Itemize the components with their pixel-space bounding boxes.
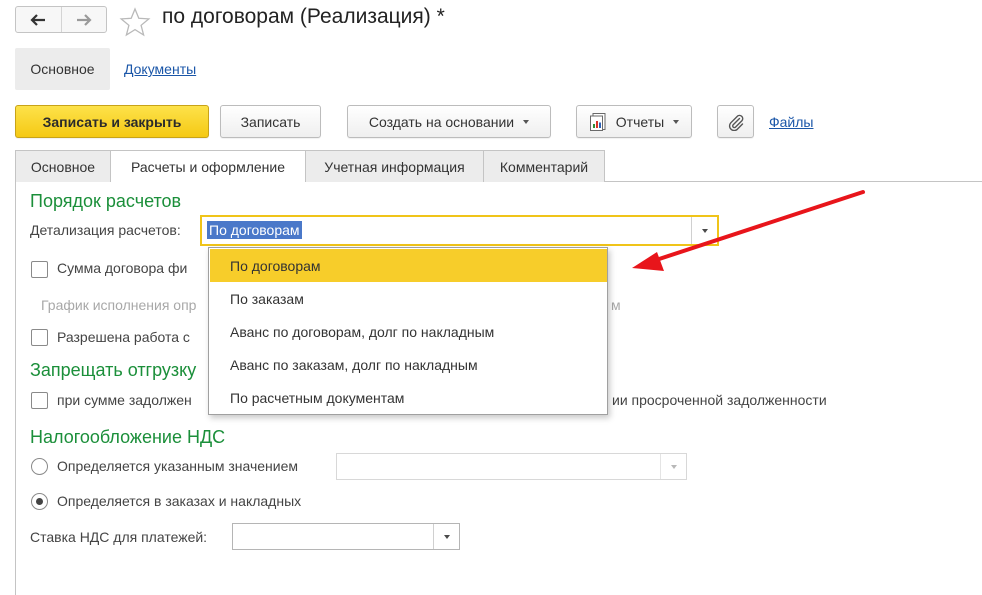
create-based-on-button[interactable]: Создать на основании: [347, 105, 551, 138]
dropdown-item-label: Аванс по договорам, долг по накладным: [230, 323, 495, 340]
vat-rate-dropdown-button[interactable]: [433, 524, 459, 549]
content-border: [15, 181, 16, 595]
vat-value-dropdown-button[interactable]: [660, 454, 686, 479]
section-main-label: Основное: [30, 61, 95, 77]
tab-main[interactable]: Основное: [15, 150, 111, 182]
vat-option-specified-radio[interactable]: [31, 458, 48, 475]
section-documents-link[interactable]: Документы: [124, 61, 196, 77]
vat-option-specified-label: Определяется указанным значением: [57, 458, 299, 474]
dropdown-item-by-contracts[interactable]: По договорам: [210, 249, 607, 282]
dropdown-item-by-settlement-docs[interactable]: По расчетным документам: [210, 381, 607, 414]
create-based-on-label: Создать на основании: [368, 113, 515, 130]
paperclip-icon: [728, 114, 743, 131]
dropdown-item-label: По договорам: [230, 257, 321, 274]
chevron-down-icon: [670, 464, 677, 469]
detail-label: Детализация расчетов:: [30, 222, 181, 238]
chevron-down-icon: [523, 119, 530, 124]
contract-sum-checkbox[interactable]: [31, 261, 48, 278]
forward-button[interactable]: [60, 7, 106, 32]
vat-option-orders-radio[interactable]: [31, 493, 48, 510]
files-link[interactable]: Файлы: [769, 114, 813, 130]
arrow-right-icon: [76, 13, 92, 26]
schedule-label-tail: м: [611, 297, 621, 313]
document-title: по договорам (Реализация) *: [162, 5, 445, 28]
forbid-sum-label: при сумме задолжен: [57, 392, 192, 408]
tab-comment[interactable]: Комментарий: [483, 150, 605, 182]
save-button[interactable]: Записать: [220, 105, 321, 138]
allowed-work-label: Разрешена работа с: [57, 329, 190, 345]
chevron-down-icon: [673, 119, 680, 124]
detail-select-value: По договорам: [207, 221, 302, 239]
dropdown-item-label: По заказам: [230, 290, 304, 307]
dropdown-item-label: По расчетным документам: [230, 389, 405, 406]
radio-selected-dot: [36, 498, 43, 505]
tab-main-label: Основное: [30, 158, 96, 175]
schedule-label: График исполнения опр: [41, 297, 197, 313]
save-and-close-label: Записать и закрыть: [42, 113, 182, 130]
forbid-shipment-title: Запрещать отгрузку: [30, 360, 197, 380]
settlement-order-title: Порядок расчетов: [30, 191, 182, 211]
tab-comment-label: Комментарий: [499, 158, 589, 175]
dropdown-item-label: Аванс по заказам, долг по накладным: [230, 356, 478, 373]
report-icon: [589, 112, 606, 131]
vat-value-select[interactable]: [336, 453, 687, 480]
history-nav: [15, 6, 107, 33]
vat-rate-label: Ставка НДС для платежей:: [30, 529, 208, 545]
favorite-star-icon[interactable]: [119, 7, 151, 37]
back-button[interactable]: [16, 7, 61, 32]
contract-sum-label: Сумма договора фи: [57, 260, 188, 276]
save-label: Записать: [240, 113, 301, 130]
tab-accounting-info[interactable]: Учетная информация: [305, 150, 484, 182]
arrow-left-icon: [30, 13, 46, 26]
forbid-sum-checkbox[interactable]: [31, 392, 48, 409]
allowed-work-checkbox[interactable]: [31, 329, 48, 346]
section-main-current[interactable]: Основное: [15, 48, 110, 90]
dropdown-item-advance-contracts[interactable]: Аванс по договорам, долг по накладным: [210, 315, 607, 348]
chevron-down-icon: [443, 534, 450, 539]
reports-button[interactable]: Отчеты: [576, 105, 692, 138]
vat-title: Налогообложение НДС: [30, 427, 226, 447]
annotation-arrow-icon: [632, 190, 865, 271]
save-and-close-button[interactable]: Записать и закрыть: [15, 105, 209, 138]
forbid-sum-label-tail: ии просроченной задолженности: [612, 392, 827, 408]
tab-payments-label: Расчеты и оформление: [131, 158, 285, 175]
attach-file-button[interactable]: [717, 105, 754, 138]
detail-dropdown-list: По договорам По заказам Аванс по договор…: [208, 247, 608, 415]
tab-payments-active[interactable]: Расчеты и оформление: [110, 150, 306, 182]
tab-accounting-label: Учетная информация: [324, 158, 465, 175]
reports-label: Отчеты: [615, 113, 665, 130]
dropdown-item-by-orders[interactable]: По заказам: [210, 282, 607, 315]
vat-option-orders-label: Определяется в заказах и накладных: [57, 493, 302, 509]
vat-rate-select[interactable]: [232, 523, 460, 550]
dropdown-item-advance-orders[interactable]: Аванс по заказам, долг по накладным: [210, 348, 607, 381]
